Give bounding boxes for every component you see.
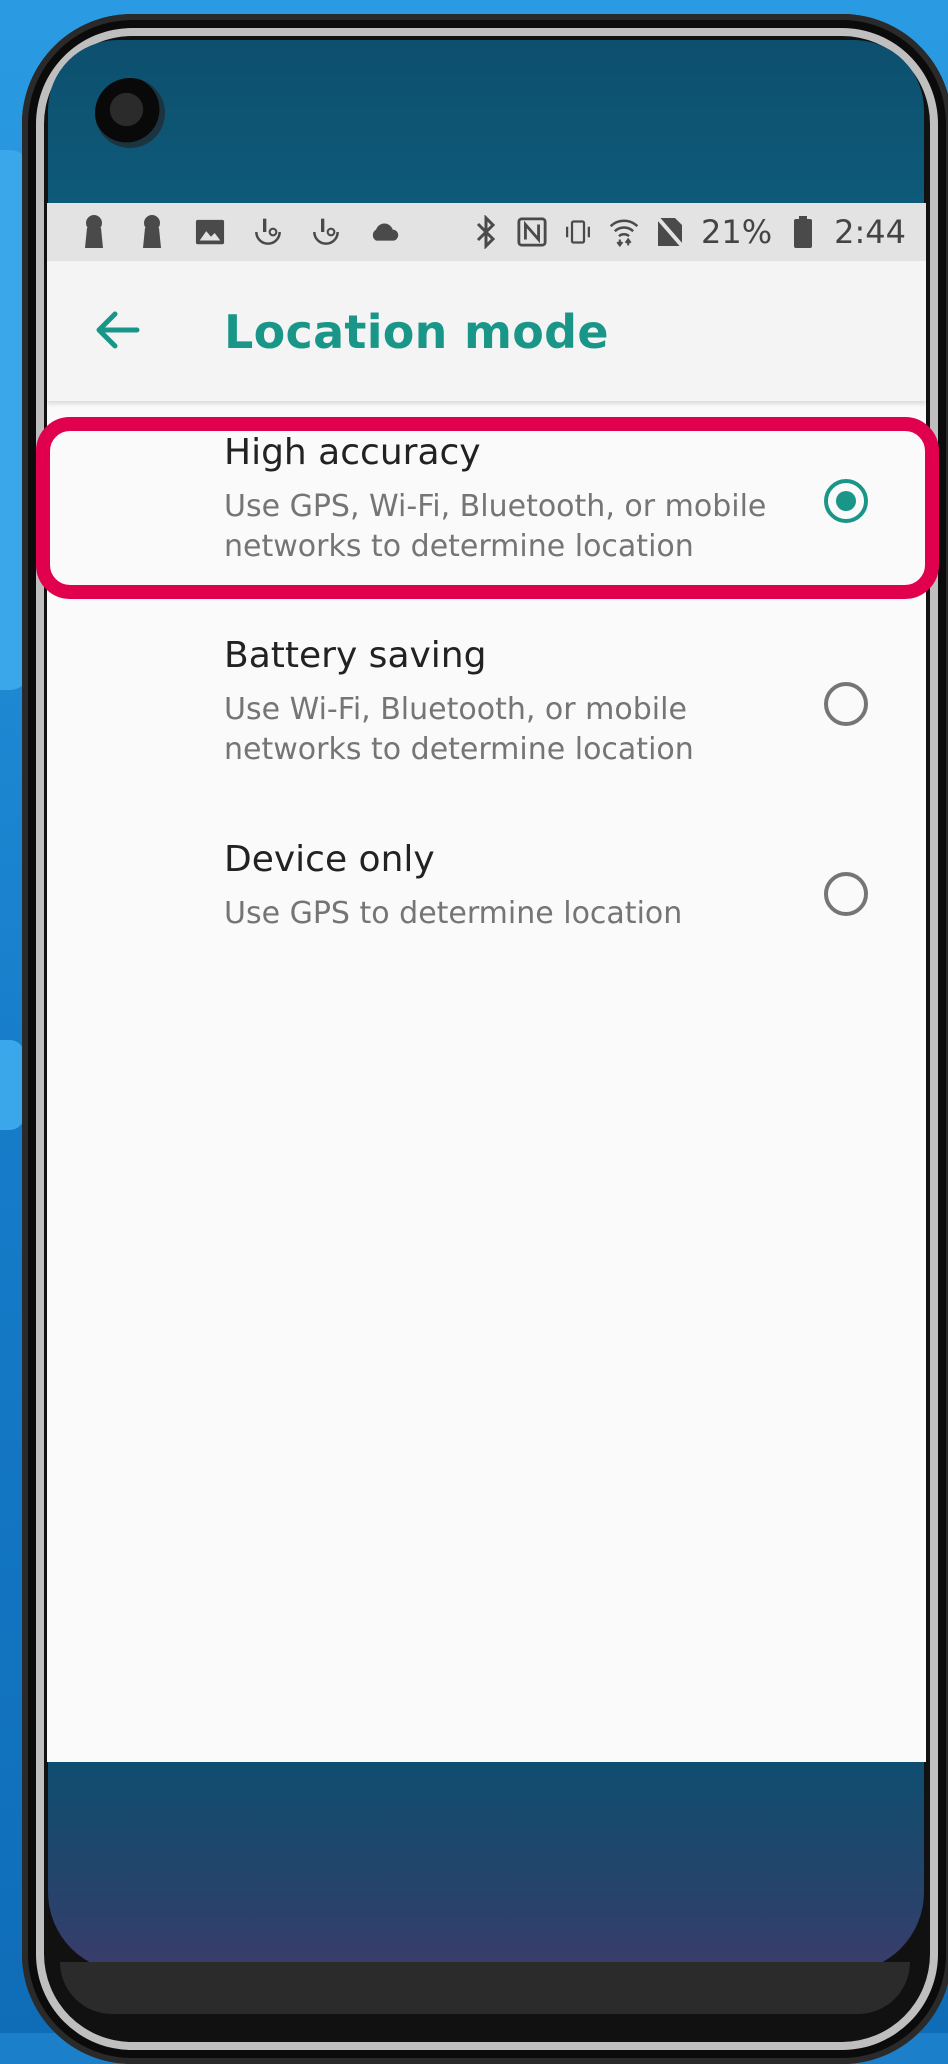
- option-battery-saving[interactable]: Battery saving Use Wi-Fi, Bluetooth, or …: [47, 628, 926, 818]
- arrow-back-icon: [95, 310, 141, 354]
- phone-chin: [60, 1962, 910, 2014]
- cloud-icon: [369, 214, 399, 250]
- option-subtitle: Use Wi-Fi, Bluetooth, or mobile networks…: [224, 692, 694, 767]
- status-right-icons: 21% 2:44: [471, 203, 906, 261]
- option-subtitle: Use GPS to determine location: [224, 896, 683, 931]
- radio-battery-saving[interactable]: [824, 682, 868, 726]
- front-camera-icon: [95, 78, 165, 148]
- keyhole-icon: [137, 214, 167, 250]
- option-title: Battery saving: [224, 635, 487, 676]
- option-device-only[interactable]: Device only Use GPS to determine locatio…: [47, 832, 926, 982]
- touchpal-icon: [253, 214, 283, 250]
- radio-device-only[interactable]: [824, 872, 868, 916]
- image-icon: [195, 214, 225, 250]
- nfc-icon: [517, 214, 547, 250]
- app-bar: Location mode: [47, 261, 926, 401]
- back-button[interactable]: [87, 301, 149, 363]
- touchpal-icon: [311, 214, 341, 250]
- highlight-frame: [36, 417, 939, 599]
- clock: 2:44: [834, 213, 906, 251]
- page-title: Location mode: [224, 305, 609, 359]
- screen-top-wallpaper: [48, 40, 924, 205]
- battery-percent: 21%: [701, 213, 773, 251]
- no-sim-icon: [655, 214, 685, 250]
- background-shape: [0, 1040, 24, 1130]
- vibrate-icon: [563, 214, 593, 250]
- status-left-icons: [47, 214, 399, 250]
- wifi-icon: [609, 214, 639, 250]
- status-bar: 21% 2:44: [47, 203, 926, 261]
- keyhole-icon: [79, 214, 109, 250]
- battery-icon: [788, 214, 818, 250]
- bluetooth-icon: [471, 214, 501, 250]
- screen-bottom-wallpaper: [48, 1762, 924, 1972]
- option-title: Device only: [224, 839, 435, 880]
